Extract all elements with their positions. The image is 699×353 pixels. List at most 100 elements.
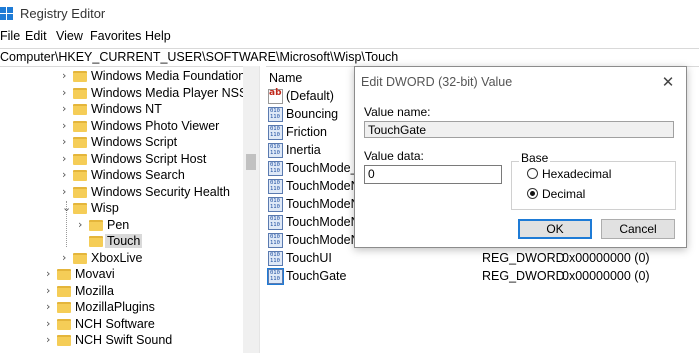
dword-value-icon	[268, 125, 283, 140]
tree-item-label: Windows Script	[91, 135, 178, 149]
value-data-label: Value data:	[364, 149, 424, 163]
tree-item-label: MozillaPlugins	[75, 300, 155, 314]
radio-hexadecimal[interactable]: Hexadecimal	[527, 167, 637, 181]
folder-icon	[73, 170, 87, 181]
chevron-right-icon[interactable]: ›	[62, 169, 72, 181]
menu-file[interactable]: File	[0, 29, 20, 43]
registry-tree[interactable]: › Windows Media Foundation › Windows Media …	[0, 66, 243, 353]
chevron-right-icon[interactable]: ›	[78, 218, 88, 231]
folder-icon	[73, 104, 87, 115]
tree-item-label: Movavi	[75, 267, 115, 281]
edit-dword-dialog: Edit DWORD (32-bit) Value ✕ Value name: …	[354, 66, 687, 248]
value-name: Friction	[286, 125, 327, 139]
folder-icon	[57, 269, 71, 280]
chevron-down-icon[interactable]: ⌄	[62, 202, 72, 214]
chevron-right-icon[interactable]: ›	[46, 301, 56, 313]
dword-value-icon	[268, 161, 283, 176]
dword-value-icon	[268, 179, 283, 194]
chevron-right-icon[interactable]: ›	[62, 136, 72, 148]
dword-value-icon	[268, 197, 283, 212]
folder-icon	[73, 203, 87, 214]
folder-icon	[57, 302, 71, 313]
value-type: REG_DWORD	[482, 251, 565, 265]
string-value-icon	[268, 88, 283, 104]
folder-icon	[89, 219, 103, 231]
tree-item-label: Windows Script Host	[91, 151, 207, 166]
folder-icon	[89, 236, 103, 247]
menu-help[interactable]: Help	[145, 29, 171, 43]
value-data: 0x00000000 (0)	[562, 269, 650, 283]
tree-item-label: Mozilla	[75, 283, 114, 298]
base-group-label: Base	[519, 151, 551, 165]
tree-item-label: NCH Swift Sound	[75, 333, 173, 347]
chevron-right-icon[interactable]: ›	[62, 251, 72, 264]
folder-icon	[73, 137, 87, 148]
folder-icon	[73, 153, 87, 165]
radio-decimal-indicator[interactable]	[527, 188, 538, 199]
value-name: (Default)	[286, 89, 334, 103]
value-name: TouchUI	[286, 251, 332, 265]
close-icon[interactable]: ✕	[657, 71, 679, 93]
folder-icon	[73, 252, 87, 264]
value-name: TouchGate	[286, 269, 347, 283]
folder-icon	[57, 318, 71, 330]
tree-item-label: Touch	[105, 234, 143, 248]
chevron-right-icon[interactable]: ›	[46, 334, 56, 346]
dword-value-icon	[268, 215, 283, 230]
chevron-right-icon[interactable]: ›	[62, 86, 72, 99]
tree-item-label: Windows Search	[91, 168, 185, 182]
radio-decimal-label[interactable]: Decimal	[542, 187, 585, 201]
dialog-title: Edit DWORD (32-bit) Value	[361, 75, 513, 89]
window-title: Registry Editor	[20, 6, 106, 21]
value-name-label: Value name:	[364, 105, 431, 119]
tree-item-label: Wisp	[91, 201, 119, 215]
dword-value-icon	[268, 107, 283, 122]
pane-splitter[interactable]	[259, 66, 266, 353]
chevron-right-icon[interactable]: ›	[46, 317, 56, 330]
address-bar[interactable]: Computer\HKEY_CURRENT_USER\SOFTWARE\Micr…	[0, 48, 699, 67]
tree-item-label: Windows Media Foundation	[91, 69, 243, 83]
column-header-name[interactable]: Name	[269, 71, 302, 85]
radio-hexadecimal-indicator[interactable]	[527, 168, 538, 179]
radio-decimal[interactable]: Decimal	[527, 187, 637, 201]
folder-icon	[73, 71, 87, 82]
registry-editor-icon	[0, 7, 14, 21]
ok-button[interactable]: OK	[518, 219, 592, 239]
value-data: 0x00000000 (0)	[562, 251, 650, 265]
chevron-right-icon[interactable]: ›	[62, 152, 72, 165]
tree-item-label: Windows Security Health	[91, 184, 230, 199]
tree-item-label: Windows Media Player NSS	[91, 85, 243, 100]
value-row[interactable]: TouchGate REG_DWORD0x00000000 (0)	[268, 268, 698, 286]
tree-item-label: Pen	[107, 217, 130, 232]
address-path[interactable]: Computer\HKEY_CURRENT_USER\SOFTWARE\Micr…	[0, 50, 398, 64]
dword-value-icon	[268, 233, 283, 248]
tree-item-label: NCH Software	[75, 316, 155, 331]
chevron-right-icon[interactable]: ›	[62, 119, 72, 132]
tree-scrollbar[interactable]	[243, 66, 259, 353]
dword-value-icon	[268, 251, 283, 266]
folder-icon	[57, 335, 71, 346]
dword-value-icon	[268, 143, 283, 158]
menu-edit[interactable]: Edit	[25, 29, 47, 43]
chevron-right-icon[interactable]: ›	[62, 103, 72, 115]
value-name-field: TouchGate	[364, 121, 674, 138]
value-name: Inertia	[286, 143, 321, 157]
folder-icon	[73, 186, 87, 198]
folder-icon	[73, 87, 87, 99]
chevron-right-icon[interactable]: ›	[62, 185, 72, 198]
value-data-input[interactable]: 0	[364, 165, 502, 184]
menu-favorites[interactable]: Favorites	[90, 29, 141, 43]
chevron-right-icon[interactable]: ›	[46, 284, 56, 297]
menu-view[interactable]: View	[56, 29, 83, 43]
value-name: Bouncing	[286, 107, 339, 121]
value-type: REG_DWORD	[482, 269, 565, 283]
folder-icon	[57, 285, 71, 297]
tree-item-label: Windows Photo Viewer	[91, 118, 220, 133]
cancel-button[interactable]: Cancel	[601, 219, 675, 239]
tree-scrollbar-thumb[interactable]	[246, 154, 256, 170]
tree-item-label: Windows NT	[91, 102, 162, 116]
chevron-right-icon[interactable]: ›	[46, 268, 56, 280]
radio-hexadecimal-label[interactable]: Hexadecimal	[542, 167, 611, 181]
chevron-right-icon[interactable]: ›	[62, 70, 72, 82]
value-row[interactable]: TouchUI REG_DWORD0x00000000 (0)	[268, 250, 698, 268]
